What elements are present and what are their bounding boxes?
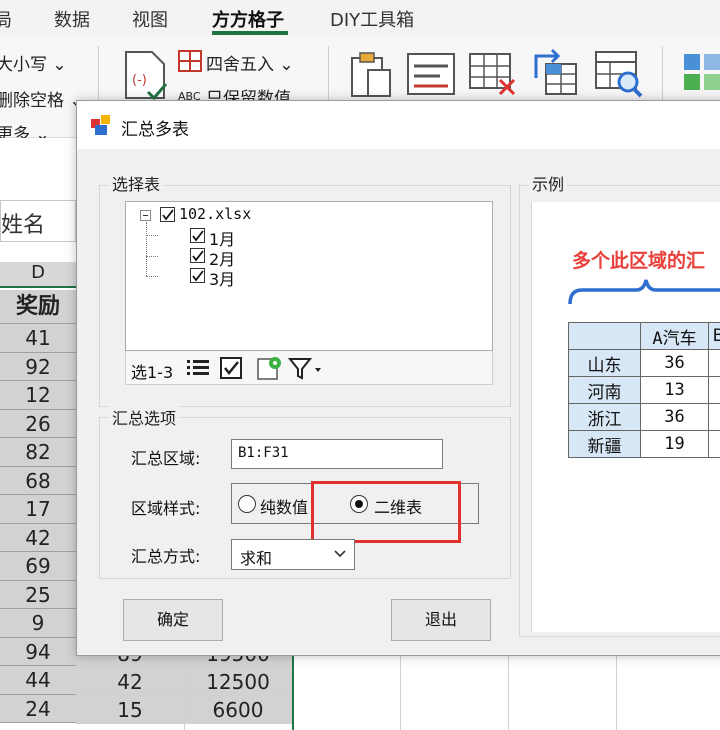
cell[interactable]: 42 (76, 668, 184, 696)
column-header-d[interactable]: D (0, 262, 76, 288)
range-input[interactable]: B1:F31 (231, 439, 443, 469)
summary-dialog: 汇总多表 选择表 102.xlsx 1月 2月 3月 选1-3 汇总选项 汇总区… (76, 100, 720, 656)
highlight-box (311, 481, 461, 543)
style-label: 区域样式: (131, 499, 201, 518)
cell[interactable]: 6600 (184, 696, 292, 724)
active-tab-indicator (212, 31, 288, 35)
svg-text:(-): (-) (132, 73, 147, 88)
example-cell (708, 403, 720, 431)
cell[interactable]: 68 (0, 466, 76, 495)
example-cell: 36 (640, 349, 709, 377)
example-row-header: 新疆 (568, 430, 641, 458)
tree-connector (146, 235, 158, 236)
ribbon-tab-bar: 局 数据 视图 方方格子 DIY工具箱 (0, 0, 720, 36)
tree-connector (146, 256, 158, 257)
example-row-header: 河南 (568, 376, 641, 404)
tree-item-workbook[interactable]: 102.xlsx (179, 205, 251, 223)
collapse-icon[interactable] (140, 210, 151, 221)
name-box[interactable]: 姓名 (0, 200, 76, 242)
tab-diy-toolbox[interactable]: DIY工具箱 (330, 6, 414, 32)
example-label: 示例 (529, 171, 568, 195)
method-select-value: 求和 (240, 549, 273, 568)
list-icon[interactable] (186, 358, 210, 378)
example-table: A汽车 B 山东 36 河南 13 浙江 36 新疆 19 (568, 322, 720, 458)
radio-plain-values[interactable] (238, 495, 256, 513)
swap-grid-icon[interactable] (530, 48, 580, 98)
example-cell: 19 (640, 430, 709, 458)
cell[interactable]: 41 (0, 324, 76, 353)
round-button[interactable]: 四舍五入 ⌄ (206, 50, 294, 75)
checkbox-root[interactable] (160, 207, 175, 222)
text-lines-icon[interactable] (406, 52, 456, 96)
check-all-icon[interactable] (220, 357, 244, 379)
cell[interactable]: 9 (0, 609, 76, 638)
select-range-button[interactable]: 选1-3 (131, 359, 173, 383)
column-d-cells: 奖励 41 92 12 26 82 68 17 42 69 25 9 94 44… (0, 290, 76, 723)
example-col-header: B (708, 322, 720, 350)
cell[interactable]: 12500 (184, 668, 292, 696)
delete-grid-icon[interactable] (468, 52, 518, 98)
example-preview: 多个此区域的汇 A汽车 B 山东 36 河南 13 浙江 36 新疆 19 (531, 202, 720, 632)
tab-view[interactable]: 视图 (132, 6, 168, 32)
sheet-tree: 102.xlsx 1月 2月 3月 (125, 201, 493, 351)
case-button[interactable]: 大小写 ⌄ (0, 50, 67, 75)
filter-icon[interactable] (288, 357, 324, 381)
tree-toolbar: 选1-3 (125, 351, 493, 385)
dialog-title: 汇总多表 (121, 120, 189, 140)
tab-layout[interactable]: 局 (0, 6, 12, 32)
cell[interactable]: 15 (76, 696, 184, 724)
tree-connector (146, 276, 158, 277)
cell[interactable]: 26 (0, 409, 76, 438)
clipboard-icon[interactable] (348, 50, 394, 100)
checkbox-feb[interactable] (190, 248, 205, 263)
summary-options-label: 汇总选项 (109, 405, 180, 429)
name-box-text: 姓名 (1, 213, 46, 238)
cell[interactable]: 44 (0, 666, 76, 695)
app-icon (91, 115, 110, 135)
tab-data[interactable]: 数据 (54, 6, 90, 32)
select-tables-label: 选择表 (109, 171, 164, 195)
range-label: 汇总区域: (131, 449, 201, 468)
radio-plain-values-label[interactable]: 纯数值 (260, 494, 308, 518)
cell[interactable]: 94 (0, 637, 76, 666)
example-title: 多个此区域的汇 (572, 250, 706, 272)
cell[interactable]: 25 (0, 580, 76, 609)
cell[interactable]: 69 (0, 552, 76, 581)
chevron-down-icon (334, 550, 346, 558)
cell[interactable]: 42 (0, 523, 76, 552)
exit-button[interactable]: 退出 (391, 599, 491, 641)
cell[interactable]: 17 (0, 495, 76, 524)
trim-spaces-button[interactable]: 删除空格 ⌄ (0, 86, 84, 111)
example-cell (708, 430, 720, 458)
tab-fangfang[interactable]: 方方格子 (212, 6, 284, 32)
example-cell: 36 (640, 403, 709, 431)
cell[interactable]: 奖励 (0, 290, 76, 324)
method-label: 汇总方式: (131, 547, 201, 566)
example-col-header: A汽车 (640, 322, 709, 350)
dialog-titlebar[interactable]: 汇总多表 (77, 101, 720, 149)
checkbox-mar[interactable] (190, 268, 205, 283)
formula-doc-icon[interactable]: (-) (122, 48, 168, 100)
checkbox-jan[interactable] (190, 228, 205, 243)
color-grid-icon[interactable] (682, 52, 720, 98)
example-corner-cell (568, 322, 641, 350)
ok-button[interactable]: 确定 (123, 599, 223, 641)
cell[interactable]: 82 (0, 438, 76, 467)
cell[interactable]: 92 (0, 352, 76, 381)
locate-sheet-icon[interactable] (256, 356, 282, 380)
brace-icon (568, 279, 720, 305)
tree-connector (146, 222, 147, 276)
example-row-header: 浙江 (568, 403, 641, 431)
example-cell (708, 376, 720, 404)
method-select[interactable]: 求和 (231, 539, 355, 570)
tree-item-mar[interactable]: 3月 (209, 266, 235, 290)
cell[interactable]: 12 (0, 381, 76, 410)
example-cell: 13 (640, 376, 709, 404)
rounding-icon (178, 50, 202, 72)
example-cell (708, 349, 720, 377)
cell[interactable]: 24 (0, 694, 76, 723)
find-grid-icon[interactable] (594, 50, 644, 100)
example-row-header: 山东 (568, 349, 641, 377)
